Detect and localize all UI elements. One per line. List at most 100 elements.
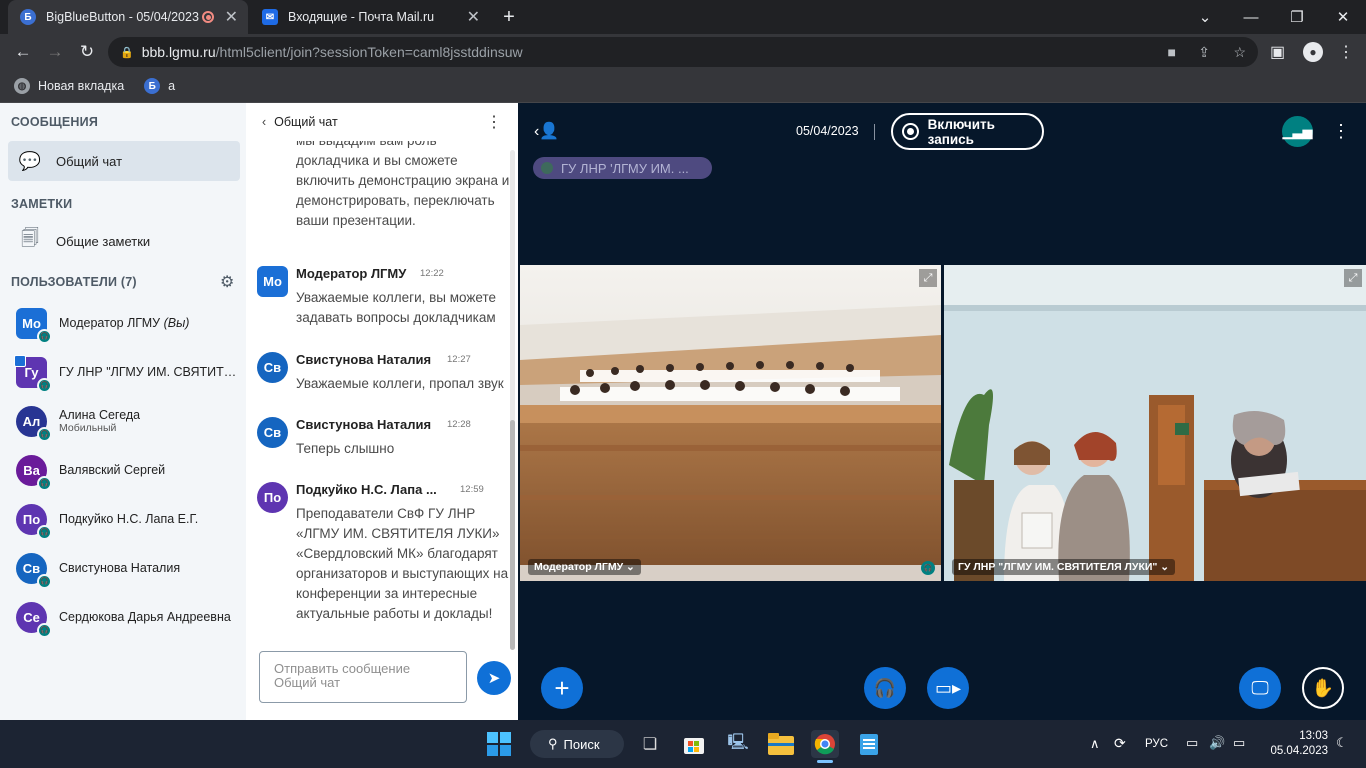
- headset-icon: 🎧: [37, 377, 52, 393]
- windows-start-icon[interactable]: [485, 730, 513, 758]
- reload-icon[interactable]: ↻: [72, 42, 102, 62]
- fullscreen-icon[interactable]: ⤢: [1344, 269, 1362, 287]
- chevron-up-icon[interactable]: ∧: [1090, 736, 1100, 752]
- talking-indicator[interactable]: ГУ ЛНР 'ЛГМУ ИМ. ...: [533, 157, 712, 179]
- tab-title: BigBlueButton - 05/04/2023: [46, 10, 199, 24]
- chevron-left-icon[interactable]: ‹: [262, 115, 266, 129]
- notes-section-title: ЗАМЕТКИ: [11, 197, 73, 211]
- chat-message-input[interactable]: Отправить сообщение Общий чат: [259, 651, 467, 703]
- video-feed-award: [944, 265, 1366, 581]
- sidebar-item-shared-notes[interactable]: 🗐 Общие заметки: [8, 221, 240, 261]
- user-list-item[interactable]: Св 🎧 Свистунова Наталия: [16, 548, 242, 589]
- avatar: Св 🎧: [16, 552, 52, 589]
- clock-time: 13:03: [1299, 730, 1328, 742]
- message-author: Подкуйко Н.С. Лапа ...: [296, 482, 437, 497]
- new-tab-icon[interactable]: +: [498, 6, 520, 28]
- chrome-icon[interactable]: [811, 730, 839, 758]
- profile-icon[interactable]: ●: [1303, 42, 1323, 62]
- fullscreen-icon[interactable]: ⤢: [919, 269, 937, 287]
- store-icon[interactable]: [680, 730, 708, 758]
- record-button[interactable]: Включить запись: [891, 113, 1044, 150]
- chat-title[interactable]: Общий чат: [274, 115, 338, 129]
- lock-icon: 🔒: [120, 46, 134, 59]
- camera-icon[interactable]: ■: [1168, 44, 1176, 60]
- user-list-item[interactable]: Се 🎧 Сердюкова Дарья Андреевна: [16, 597, 242, 638]
- globe-icon: ◍: [14, 78, 30, 94]
- gear-icon[interactable]: ⚙: [220, 272, 234, 292]
- side-panel-icon[interactable]: ▣: [1270, 42, 1285, 62]
- night-mode-icon[interactable]: ☾: [1336, 735, 1348, 751]
- window-close-icon[interactable]: ✕: [1320, 0, 1366, 34]
- message-time: 12:27: [447, 354, 471, 365]
- bookmark-label: Новая вкладка: [38, 79, 125, 93]
- battery-icon[interactable]: ▭: [1233, 735, 1245, 751]
- presentation-button[interactable]: 🖵: [1239, 667, 1281, 709]
- bbb-favicon-icon: Б: [20, 9, 36, 25]
- address-bar[interactable]: 🔒 bbb.lgmu.ru/html5client/join?sessionTo…: [108, 37, 1258, 67]
- video-label[interactable]: ГУ ЛНР "ЛГМУ ИМ. СВЯТИТЕЛЯ ЛУКИ" ⌄: [952, 559, 1176, 575]
- chat-scrollbar-thumb[interactable]: [510, 420, 515, 650]
- back-icon[interactable]: ←: [8, 42, 38, 62]
- avatar: Ва 🎧: [16, 454, 52, 491]
- close-tab-icon[interactable]: ✕: [467, 7, 480, 27]
- sync-icon[interactable]: ⟳: [1114, 735, 1126, 752]
- menu-kebab-icon[interactable]: ⋮: [1338, 42, 1354, 62]
- headphones-icon: 🎧: [873, 677, 897, 698]
- user-list-item[interactable]: Ва 🎧 Валявский Сергей: [16, 450, 242, 491]
- minimize-icon[interactable]: —: [1228, 0, 1274, 34]
- user-name: Валявский Сергей: [59, 463, 166, 477]
- bookmarks-bar: ◍ Новая вкладка Б а: [0, 70, 1366, 103]
- video-label[interactable]: Модератор ЛГМУ ⌄: [528, 559, 641, 575]
- connection-status-icon[interactable]: ▁▃▅: [1282, 116, 1313, 147]
- task-view-icon[interactable]: ❏: [636, 730, 664, 758]
- actions-plus-button[interactable]: +: [541, 667, 583, 709]
- tab-bigbluebutton[interactable]: Б BigBlueButton - 05/04/2023 ✕: [8, 0, 248, 34]
- send-button[interactable]: ➤: [477, 661, 511, 695]
- sidebar-item-public-chat[interactable]: 💬 Общий чат: [8, 141, 240, 181]
- raise-hand-button[interactable]: ✋: [1302, 667, 1344, 709]
- bookmark-new-tab[interactable]: ◍ Новая вкладка: [14, 78, 124, 94]
- file-explorer-icon[interactable]: [767, 730, 795, 758]
- bookmark-label: а: [168, 79, 176, 93]
- avatar: Ал 🎧: [16, 405, 52, 442]
- mail-favicon-icon: ✉: [262, 9, 278, 25]
- user-name: Сердюкова Дарья Андреевна: [59, 610, 231, 624]
- video-camera-button[interactable]: ▭▸: [927, 667, 969, 709]
- toggle-user-list-icon[interactable]: ‹👤: [534, 121, 559, 141]
- audio-button[interactable]: 🎧: [864, 667, 906, 709]
- options-menu-icon[interactable]: ⋮: [1332, 121, 1350, 142]
- talking-indicator-label: ГУ ЛНР 'ЛГМУ ИМ. ...: [561, 160, 689, 176]
- network-app-icon[interactable]: 🖳: [724, 730, 752, 758]
- tab-mail[interactable]: ✉ Входящие - Почта Mail.ru ✕: [250, 0, 490, 34]
- headset-icon: 🎧: [37, 328, 52, 344]
- forward-icon[interactable]: →: [40, 42, 70, 62]
- share-icon[interactable]: ⇪: [1198, 44, 1210, 61]
- user-list-item[interactable]: Ал 🎧 Алина Сегеда Мобильный: [16, 401, 242, 442]
- taskbar-search[interactable]: ⚲ Поиск: [530, 730, 624, 758]
- video-tile[interactable]: ⤢ Модератор ЛГМУ ⌄ 🎧: [520, 265, 941, 581]
- bbb-favicon-icon: Б: [144, 78, 161, 94]
- user-list-item[interactable]: Гу🎧 ГУ ЛНР "ЛГМУ ИМ. СВЯТИТЕЛЯ ЛУКИ": [14, 352, 242, 393]
- message-text: Преподаватели СвФ ГУ ЛНР «ЛГМУ ИМ. СВЯТИ…: [296, 506, 509, 621]
- bookmark-a[interactable]: Б а: [144, 78, 175, 94]
- chat-options-icon[interactable]: ⋮: [486, 112, 502, 132]
- display-icon[interactable]: ▭: [1186, 735, 1198, 751]
- bookmark-star-icon[interactable]: ☆: [1233, 44, 1246, 61]
- volume-icon[interactable]: 🔊: [1209, 735, 1225, 751]
- user-list-item[interactable]: По 🎧 Подкуйко Н.С. Лапа Е.Г.: [16, 499, 242, 540]
- active-app-indicator: [817, 760, 833, 763]
- restore-icon[interactable]: ❐: [1274, 0, 1320, 34]
- chat-header: ‹ Общий чат ⋮: [246, 103, 518, 141]
- notepad-icon[interactable]: [855, 730, 883, 758]
- user-name: Подкуйко Н.С. Лапа Е.Г.: [59, 512, 199, 526]
- avatar: Гу 🎧: [14, 354, 52, 393]
- user-list-item[interactable]: Мо 🎧 Модератор ЛГМУ (Вы): [16, 303, 242, 344]
- video-tile[interactable]: ⤢ ГУ ЛНР "ЛГМУ ИМ. СВЯТИТЕЛЯ ЛУКИ" ⌄: [944, 265, 1366, 581]
- close-tab-icon[interactable]: ✕: [225, 7, 238, 27]
- clock[interactable]: 13:03 05.04.2023: [1264, 729, 1328, 759]
- taskbar-search-label: Поиск: [563, 736, 600, 752]
- language-indicator[interactable]: РУС: [1145, 738, 1168, 750]
- user-device: Мобильный: [59, 422, 117, 434]
- message-author: Свистунова Наталия: [296, 417, 432, 432]
- tab-search-chevron-icon[interactable]: ⌄: [1182, 0, 1228, 34]
